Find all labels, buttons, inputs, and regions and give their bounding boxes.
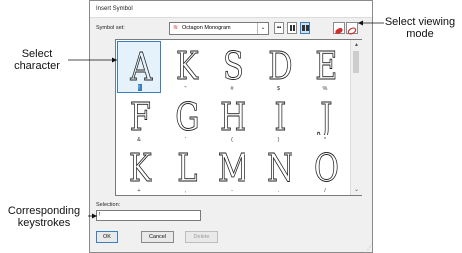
callout-leaders <box>68 20 384 219</box>
